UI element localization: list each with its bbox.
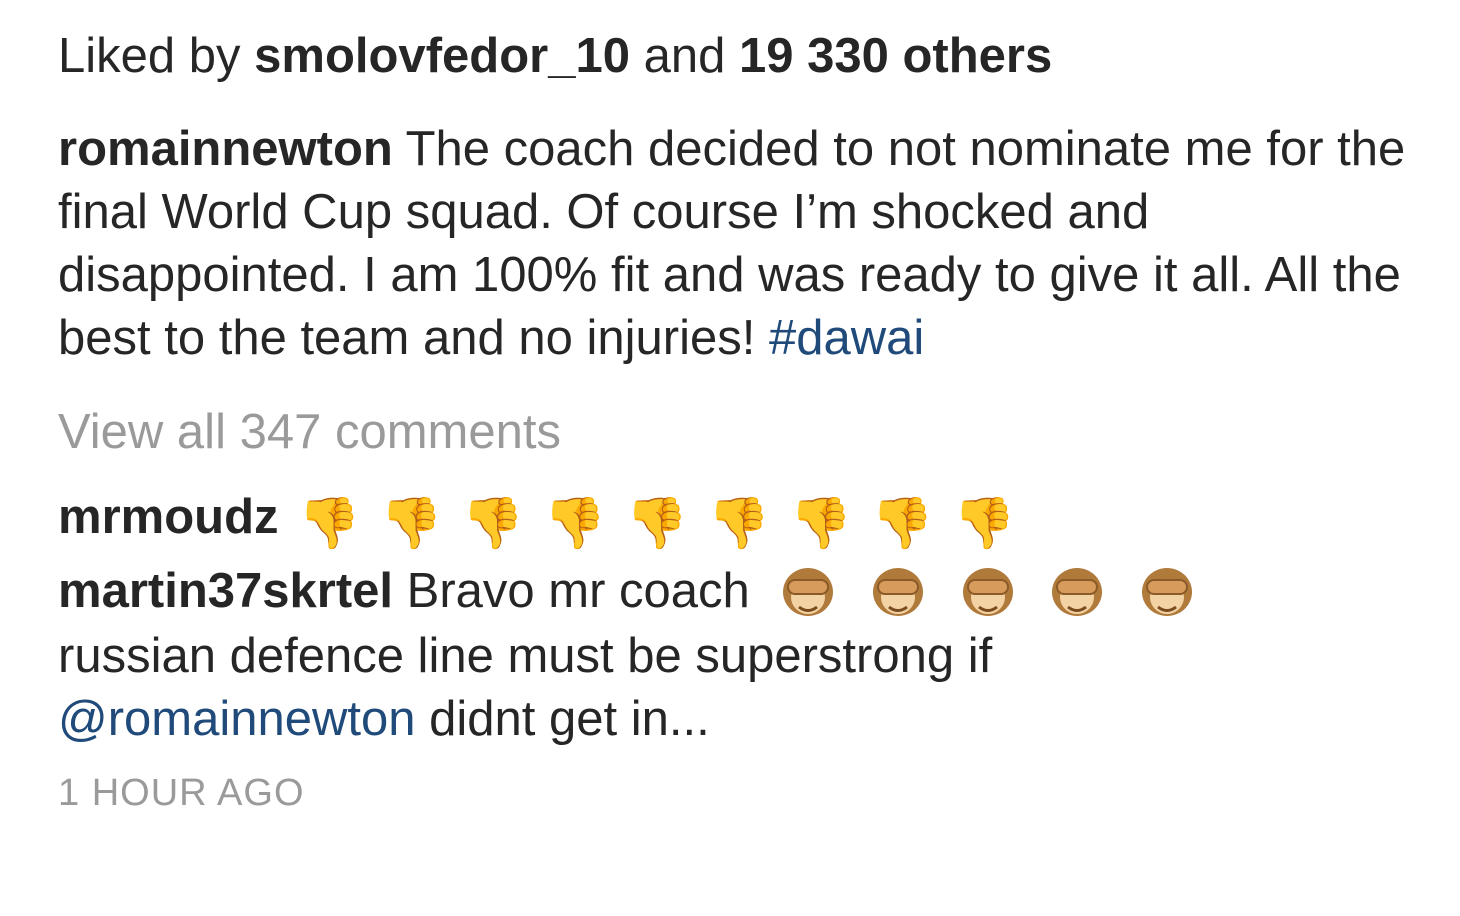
- comment-item: martin37skrtel Bravo mr coach russian de…: [58, 560, 1418, 752]
- thumbs-down-icon: 👎: [380, 493, 443, 552]
- post-timestamp: 1 HOUR AGO: [58, 772, 305, 815]
- see-no-evil-emoji-row: [763, 562, 1198, 625]
- thumbs-down-icon: 👎: [789, 493, 852, 552]
- see-no-evil-monkey-icon: [1141, 568, 1192, 617]
- thumbs-down-icon: 👎: [625, 493, 688, 552]
- comment-mention[interactable]: @romainnewton: [58, 692, 416, 746]
- see-no-evil-monkey-icon: [873, 568, 924, 617]
- likes-others-count[interactable]: 19 330 others: [739, 29, 1052, 83]
- thumbs-down-icon: 👎: [298, 493, 361, 552]
- likes-prefix: Liked by: [58, 29, 241, 83]
- thumbs-down-icon: 👎: [543, 493, 607, 552]
- view-all-comments-link[interactable]: View all 347 comments: [58, 404, 1418, 460]
- thumbs-down-emoji-row: 👎 👎 👎 👎 👎 👎 👎 👎 👎: [292, 489, 1015, 552]
- see-no-evil-monkey-icon: [783, 568, 834, 617]
- thumbs-down-icon: 👎: [461, 493, 525, 552]
- liker-username[interactable]: smolovfedor_10: [254, 29, 630, 83]
- post-caption: romainnewton The coach decided to not no…: [58, 118, 1418, 370]
- comment-text: russian defence line must be superstrong…: [58, 629, 993, 684]
- comment-text: Bravo mr coach: [406, 563, 750, 618]
- see-no-evil-monkey-icon: [1052, 568, 1103, 617]
- caption-hashtag[interactable]: #dawai: [769, 311, 924, 365]
- likes-summary[interactable]: Liked by smolovfedor_10 and 19 330 other…: [58, 28, 1418, 84]
- see-no-evil-monkey-icon: [962, 568, 1013, 617]
- likes-joiner: and: [643, 29, 726, 83]
- comment-username[interactable]: mrmoudz: [58, 490, 279, 544]
- thumbs-down-icon: 👎: [953, 493, 1016, 552]
- post-details: Liked by smolovfedor_10 and 19 330 other…: [58, 28, 1418, 815]
- comment-item: mrmoudz 👎 👎 👎 👎 👎 👎 👎 👎 👎: [58, 486, 1418, 552]
- caption-username[interactable]: romainnewton: [58, 122, 393, 176]
- thumbs-down-icon: 👎: [707, 493, 770, 552]
- comment-text: didnt get in...: [429, 692, 710, 747]
- comment-username[interactable]: martin37skrtel: [58, 564, 393, 618]
- thumbs-down-icon: 👎: [871, 493, 934, 552]
